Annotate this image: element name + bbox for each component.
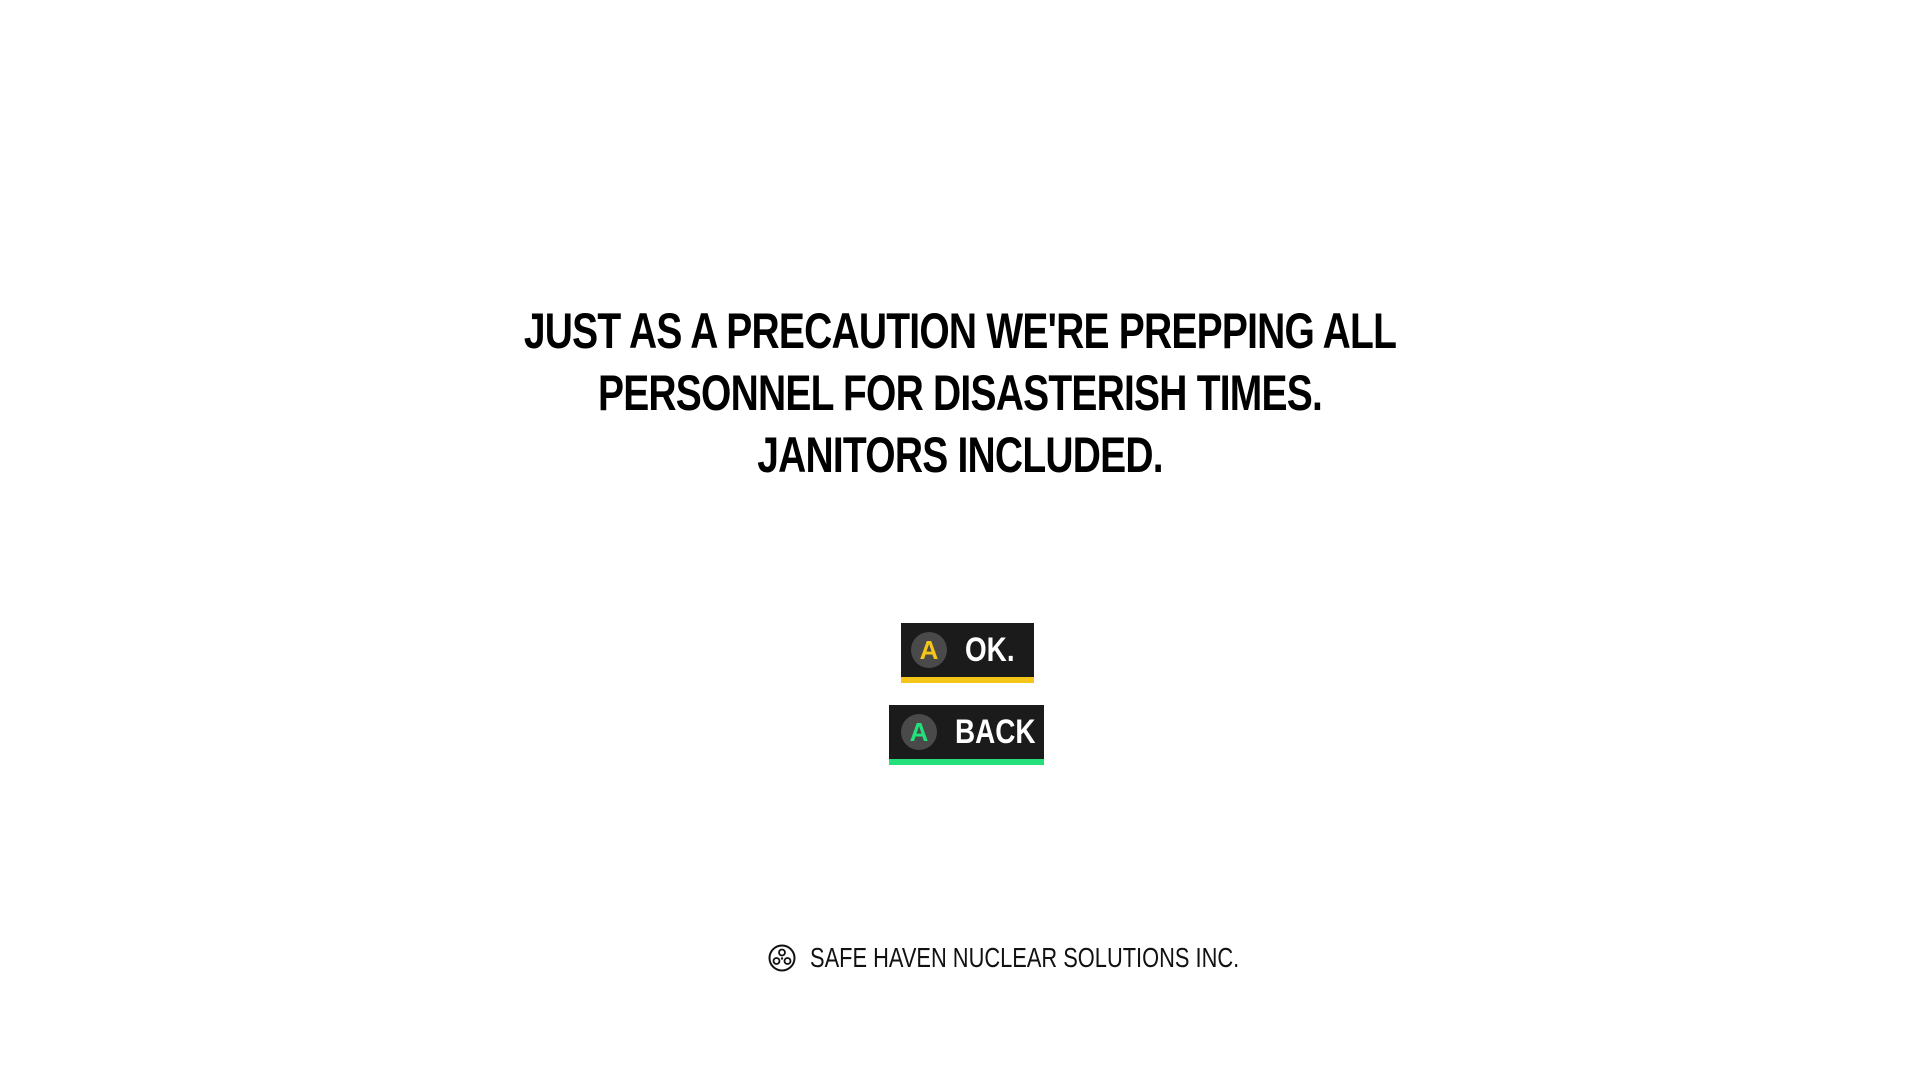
- radiation-logo-icon: [768, 944, 796, 972]
- company-name: SAFE HAVEN NUCLEAR SOLUTIONS INC.: [810, 942, 1240, 973]
- dialog-message: JUST AS A PRECAUTION WE'RE PREPPING ALL …: [211, 300, 1709, 486]
- back-button[interactable]: A BACK: [889, 705, 1044, 765]
- dialog-screen: JUST AS A PRECAUTION WE'RE PREPPING ALL …: [0, 0, 1920, 1080]
- message-line: JANITORS INCLUDED.: [757, 427, 1163, 483]
- a-button-icon: A: [911, 632, 947, 668]
- footer-branding: SAFE HAVEN NUCLEAR SOLUTIONS INC.: [0, 940, 1920, 976]
- message-line: PERSONNEL FOR DISASTERISH TIMES.: [597, 365, 1323, 421]
- message-line: JUST AS A PRECAUTION WE'RE PREPPING ALL: [523, 303, 1397, 359]
- ok-button[interactable]: A OK.: [901, 623, 1034, 683]
- back-button-label: BACK: [955, 712, 1036, 751]
- ok-button-label: OK.: [965, 630, 1015, 669]
- a-button-icon: A: [901, 714, 937, 750]
